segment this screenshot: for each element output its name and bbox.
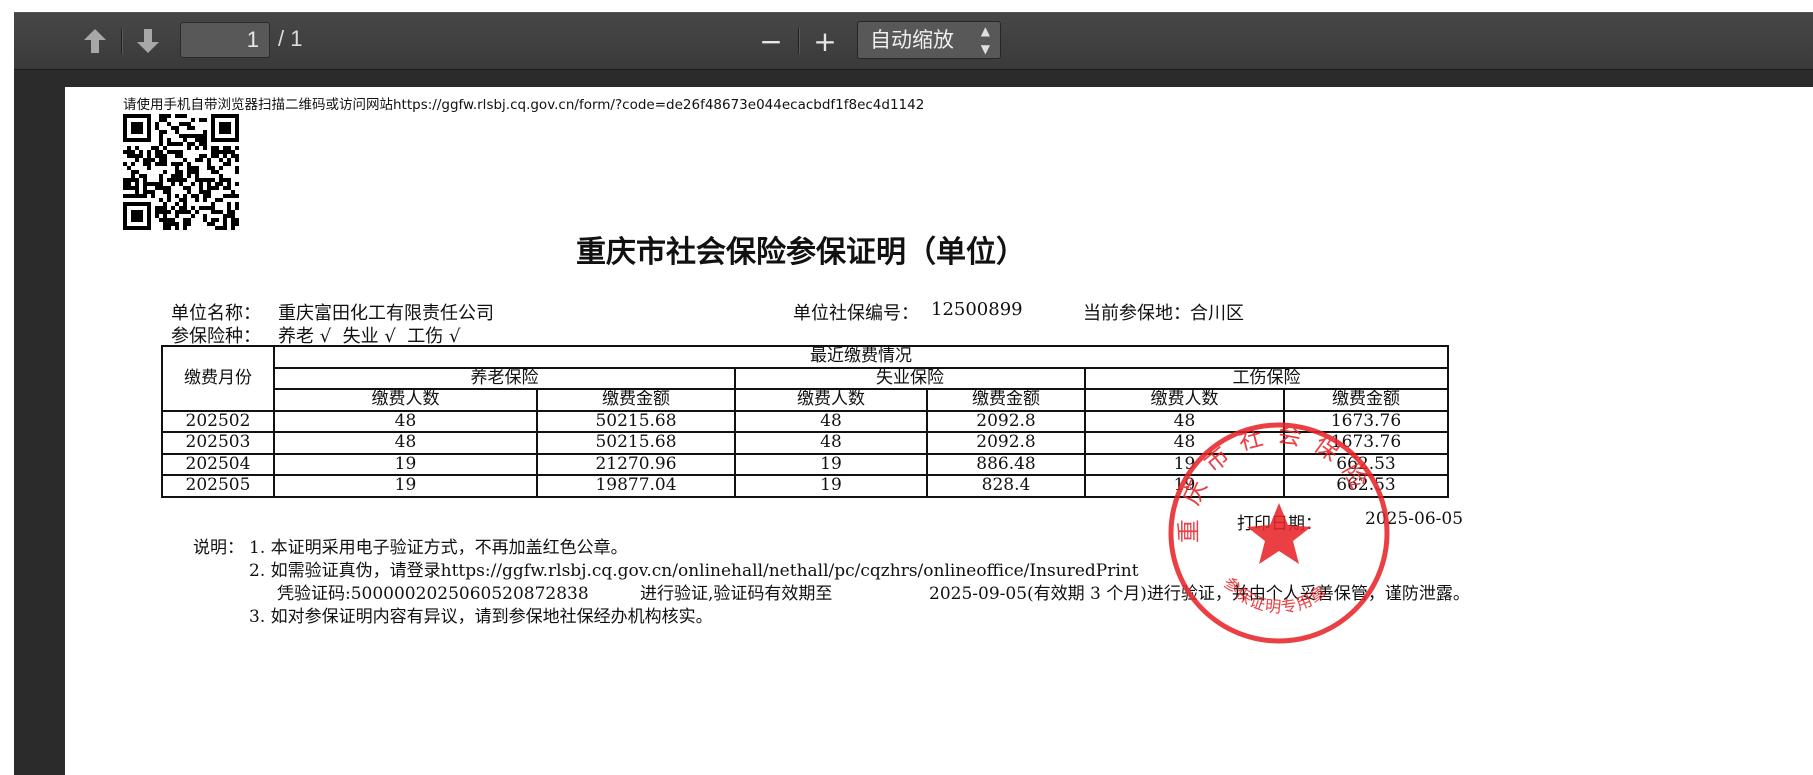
table-cell: 21270.96	[536, 452, 736, 476]
table-cell: 48	[273, 431, 538, 455]
table-cell: 19877.04	[536, 474, 736, 498]
page-count: / 1	[278, 26, 303, 51]
group-header-pension: 养老保险	[273, 366, 736, 390]
recent-header: 最近缴费情况	[273, 345, 1449, 369]
sub-header: 缴费金额	[926, 388, 1086, 412]
table-cell: 48	[734, 409, 928, 433]
arrow-up-icon	[84, 29, 106, 53]
zoom-in-button[interactable]: +	[808, 24, 842, 58]
table-cell: 19	[734, 452, 928, 476]
zoom-out-button[interactable]: −	[754, 24, 788, 58]
table-cell: 48	[734, 431, 928, 455]
sub-header: 缴费人数	[734, 388, 928, 412]
location-value: 合川区	[1190, 303, 1244, 324]
sub-header: 缴费金额	[536, 388, 736, 412]
select-arrows-icon: ▲ ▼	[980, 24, 990, 56]
sub-header: 缴费人数	[273, 388, 538, 412]
previous-page-button[interactable]	[78, 24, 112, 58]
notes-label: 说明：	[193, 538, 244, 558]
zoom-select[interactable]: 自动缩放 ▲ ▼	[857, 21, 1001, 59]
note-2: 2. 如需验证真伪，请登录https://ggfw.rlsbj.cq.gov.c…	[249, 561, 1139, 581]
table-cell: 50215.68	[536, 409, 736, 433]
table-cell: 19	[273, 474, 538, 498]
group-header-injury: 工伤保险	[1084, 366, 1449, 390]
official-stamp: 重庆市社会保险 参保证明专用章	[1168, 419, 1390, 644]
pdf-toolbar: 1 / 1 − + 自动缩放 ▲ ▼	[14, 12, 1813, 70]
table-cell: 2092.8	[926, 431, 1086, 455]
pdf-page: 请使用手机自带浏览器扫描二维码或访问网站https://ggfw.rlsbj.c…	[65, 87, 1813, 775]
table-cell: 202504	[161, 452, 275, 476]
qr-code[interactable]	[123, 114, 239, 230]
table-cell: 202502	[161, 409, 275, 433]
star-icon	[1247, 503, 1311, 564]
sub-header: 缴费人数	[1084, 388, 1285, 412]
table-cell: 202503	[161, 431, 275, 455]
table-cell: 19	[273, 452, 538, 476]
unit-code-value: 12500899	[931, 299, 1023, 320]
toolbar-separator	[121, 28, 122, 54]
verification-code: 凭验证码:5000002025060520872838	[277, 584, 589, 604]
toolbar-separator	[798, 28, 799, 54]
group-header-unemployment: 失业保险	[734, 366, 1086, 390]
sub-header: 缴费金额	[1283, 388, 1449, 412]
table-cell: 48	[273, 409, 538, 433]
svg-text:参保证明专用章: 参保证明专用章	[1220, 573, 1331, 617]
note-3: 3. 如对参保证明内容有异议，请到参保地社保经办机构核实。	[249, 607, 713, 627]
pdf-viewer: 1 / 1 − + 自动缩放 ▲ ▼ 请使用手机自带浏览器扫描二维码或访问网站ht…	[14, 12, 1813, 775]
location-label: 当前参保地：	[1083, 303, 1191, 324]
table-cell: 19	[734, 474, 928, 498]
arrow-down-icon	[137, 29, 159, 53]
page-title: 重庆市社会保险参保证明（单位）	[576, 235, 1026, 270]
table-cell: 886.48	[926, 452, 1086, 476]
table-cell: 50215.68	[536, 431, 736, 455]
stamp-bottom-text: 参保证明专用章	[1220, 573, 1330, 617]
page-number-input[interactable]: 1	[180, 22, 270, 58]
qr-instruction: 请使用手机自带浏览器扫描二维码或访问网站https://ggfw.rlsbj.c…	[123, 97, 925, 113]
table-cell: 202505	[161, 474, 275, 498]
next-page-button[interactable]	[131, 24, 165, 58]
verification-instruction: 进行验证,验证码有效期至	[640, 584, 833, 604]
note-1: 1. 本证明采用电子验证方式，不再加盖红色公章。	[249, 538, 628, 558]
table-cell: 2092.8	[926, 409, 1086, 433]
unit-code-label: 单位社保编号：	[793, 303, 919, 324]
zoom-select-value: 自动缩放	[870, 28, 954, 52]
month-header: 缴费月份	[161, 345, 275, 412]
table-cell: 828.4	[926, 474, 1086, 498]
